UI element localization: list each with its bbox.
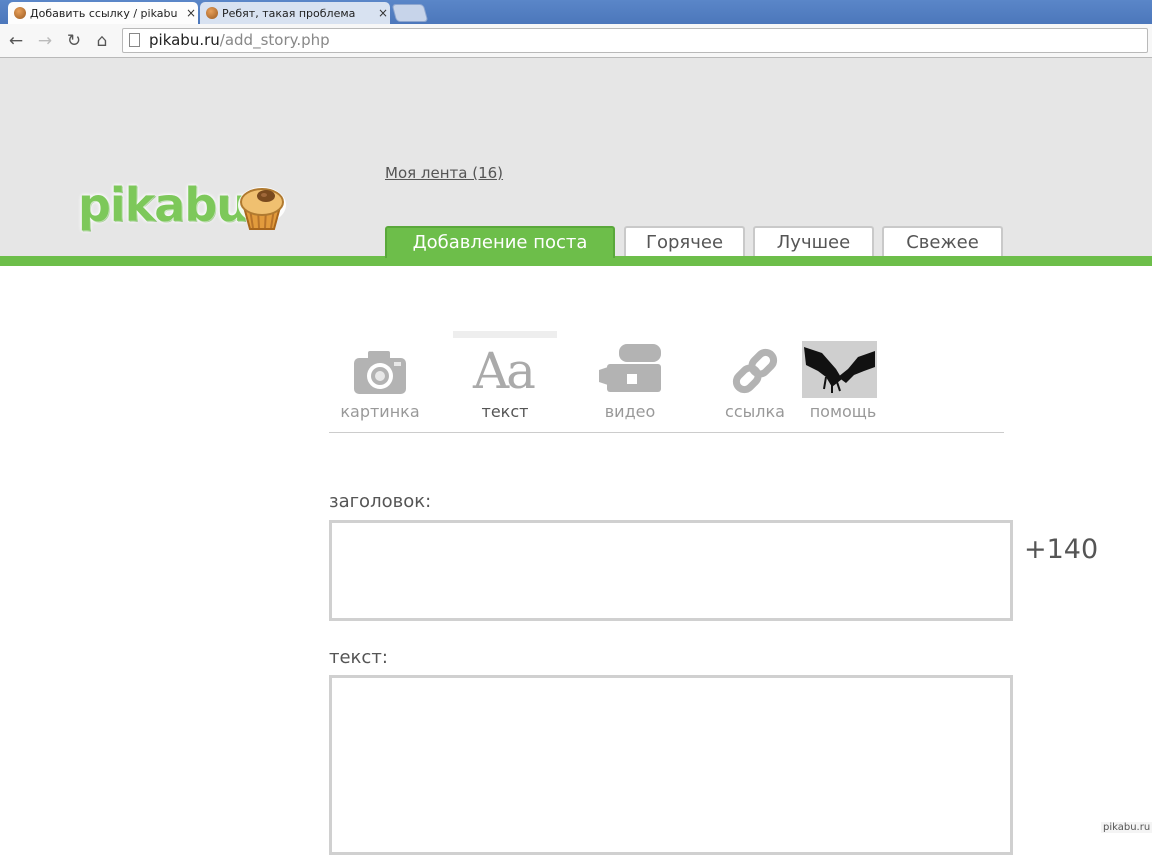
post-type-label: помощь (809, 402, 877, 421)
handshake-picture (802, 341, 877, 398)
browser-tab-active[interactable]: Добавить ссылку / pikabu × (8, 2, 198, 24)
muffin-logo-icon (238, 187, 286, 230)
browser-tab-inactive[interactable]: Ребят, такая проблема × (200, 2, 390, 24)
tab-best[interactable]: Лучшее (753, 226, 874, 256)
text-label: текст: (329, 647, 388, 668)
back-icon[interactable]: ← (6, 31, 26, 51)
page-icon (129, 33, 140, 47)
title-input[interactable] (329, 520, 1013, 621)
close-tab-icon[interactable]: × (376, 6, 390, 20)
tab-hot[interactable]: Горячее (624, 226, 745, 256)
close-tab-icon[interactable]: × (184, 6, 198, 20)
browser-tabstrip: Добавить ссылку / pikabu × Ребят, такая … (0, 0, 1152, 24)
tab-title: Добавить ссылку / pikabu (30, 6, 178, 20)
muffin-favicon-icon (14, 7, 26, 19)
link-icon (732, 348, 778, 394)
text-icon: Aa (473, 342, 536, 400)
post-type-label: картинка (340, 402, 420, 421)
browser-toolbar: ← → ↻ ⌂ pikabu.ru/add_story.php (0, 24, 1152, 58)
post-type-label: ссылка (725, 402, 785, 421)
home-icon[interactable]: ⌂ (92, 31, 112, 51)
post-type-label: текст (481, 402, 529, 421)
url-path: /add_story.php (219, 31, 330, 49)
tab-title: Ребят, такая проблема (222, 6, 356, 20)
my-feed-link[interactable]: Моя лента (16) (385, 164, 503, 182)
new-tab-button[interactable] (391, 4, 429, 22)
title-label: заголовок: (329, 491, 432, 512)
char-counter: +140 (1024, 534, 1099, 565)
url-host: pikabu.ru (149, 31, 220, 49)
reload-icon[interactable]: ↻ (64, 31, 84, 51)
tab-add-post[interactable]: Добавление поста (385, 226, 615, 258)
video-camera-icon (599, 344, 661, 392)
watermark: pikabu.ru (1101, 822, 1152, 833)
divider (329, 432, 1004, 433)
selected-type-indicator (453, 331, 557, 338)
forward-icon[interactable]: → (35, 31, 55, 51)
help-image[interactable] (802, 341, 877, 398)
text-input[interactable] (329, 675, 1013, 855)
muffin-favicon-icon (206, 7, 218, 19)
tab-fresh[interactable]: Свежее (882, 226, 1003, 256)
post-type-label: видео (604, 402, 656, 421)
address-bar[interactable]: pikabu.ru/add_story.php (122, 28, 1148, 53)
camera-icon (354, 351, 406, 394)
pikabu-logo[interactable]: pikabu (78, 178, 249, 232)
